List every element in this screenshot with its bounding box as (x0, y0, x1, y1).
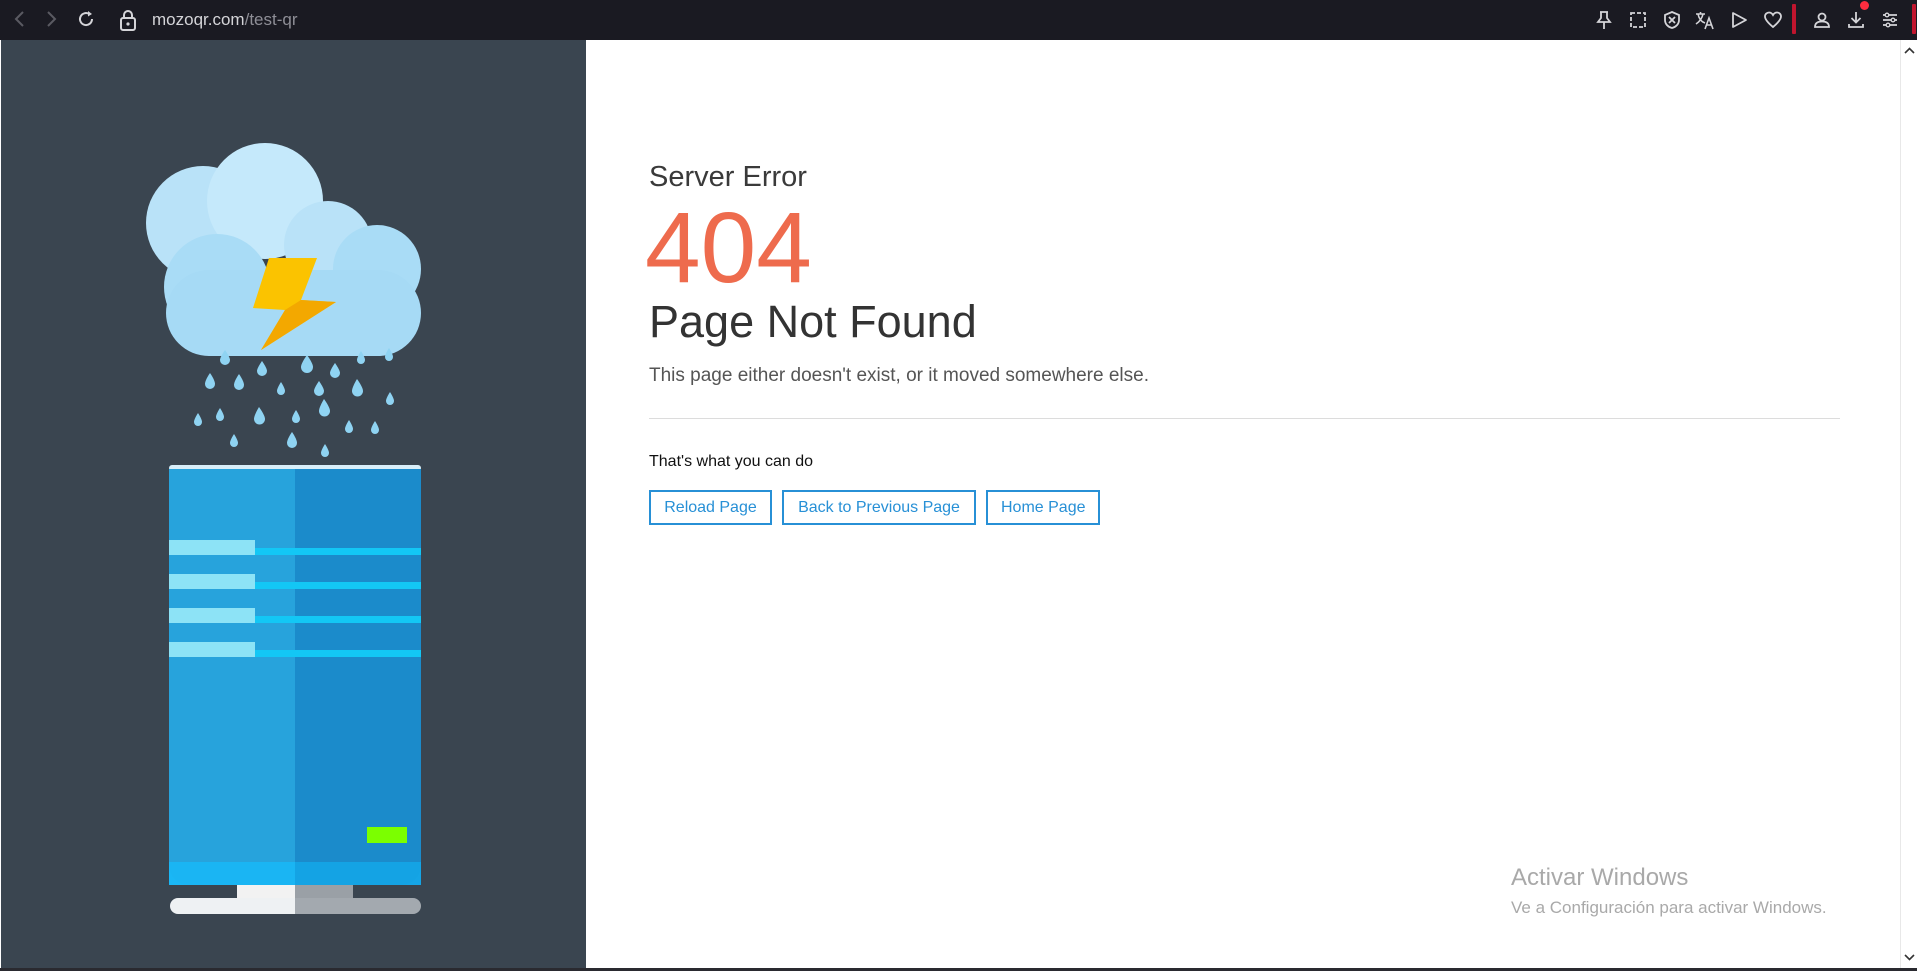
tracker-blocker-button[interactable] (1658, 6, 1686, 34)
downloads-button[interactable] (1842, 6, 1870, 34)
scroll-up-icon[interactable] (1901, 44, 1917, 58)
address-bar[interactable]: mozoqr.com/test-qr (152, 9, 298, 31)
url-path: /test-qr (244, 10, 298, 29)
back-icon (14, 11, 24, 27)
pin-button[interactable] (1590, 6, 1618, 34)
server-storm-illustration (146, 143, 421, 914)
toolbar-edge-divider (1912, 4, 1916, 34)
server-icon (169, 465, 421, 914)
url-host: mozoqr.com (152, 10, 245, 29)
windows-activation-watermark: Activar Windows Ve a Configuración para … (1511, 863, 1827, 920)
error-description: This page either doesn't exist, or it mo… (649, 365, 1149, 386)
page-viewport: Server Error 404 Page Not Found This pag… (0, 40, 1917, 968)
forward-icon (47, 11, 57, 27)
pin-icon (1596, 11, 1612, 29)
raindrop-icons (194, 348, 394, 457)
forward-button[interactable] (38, 6, 64, 32)
back-button[interactable] (7, 6, 33, 32)
shield-icon (1664, 11, 1680, 29)
page-title: Page Not Found (649, 296, 977, 347)
profile-icon (1814, 12, 1830, 28)
translate-icon (1695, 12, 1714, 30)
browser-toolbar: mozoqr.com/test-qr (0, 0, 1917, 40)
screenshot-button[interactable] (1624, 6, 1652, 34)
profile-button[interactable] (1808, 6, 1836, 34)
illustration-panel (1, 40, 586, 968)
heart-icon (1764, 11, 1782, 29)
lock-icon[interactable] (118, 8, 138, 32)
send-button[interactable] (1725, 6, 1753, 34)
download-icon (1848, 12, 1864, 28)
translate-button[interactable] (1691, 6, 1719, 34)
home-page-button[interactable]: Home Page (986, 490, 1100, 525)
divider (649, 418, 1840, 419)
screenshot-icon (1630, 12, 1646, 28)
error-code: 404 (645, 192, 812, 304)
actions-label: That's what you can do (649, 453, 814, 470)
menu-icon (1883, 12, 1897, 28)
reload-icon (79, 11, 94, 27)
favorites-button[interactable] (1759, 6, 1787, 34)
status-light (367, 827, 407, 843)
vertical-scrollbar[interactable] (1900, 40, 1917, 968)
watermark-subtitle: Ve a Configuración para activar Windows. (1511, 898, 1827, 917)
download-badge (1860, 1, 1869, 10)
watermark-title: Activar Windows (1511, 864, 1689, 891)
send-icon (1732, 12, 1747, 28)
reload-page-button[interactable]: Reload Page (649, 490, 772, 525)
reload-button[interactable] (73, 6, 99, 32)
back-to-previous-page-button[interactable]: Back to Previous Page (782, 490, 976, 525)
toolbar-divider (1792, 4, 1796, 34)
server-error-heading: Server Error (649, 161, 807, 193)
menu-button[interactable] (1876, 6, 1904, 34)
scroll-down-icon[interactable] (1901, 950, 1917, 964)
